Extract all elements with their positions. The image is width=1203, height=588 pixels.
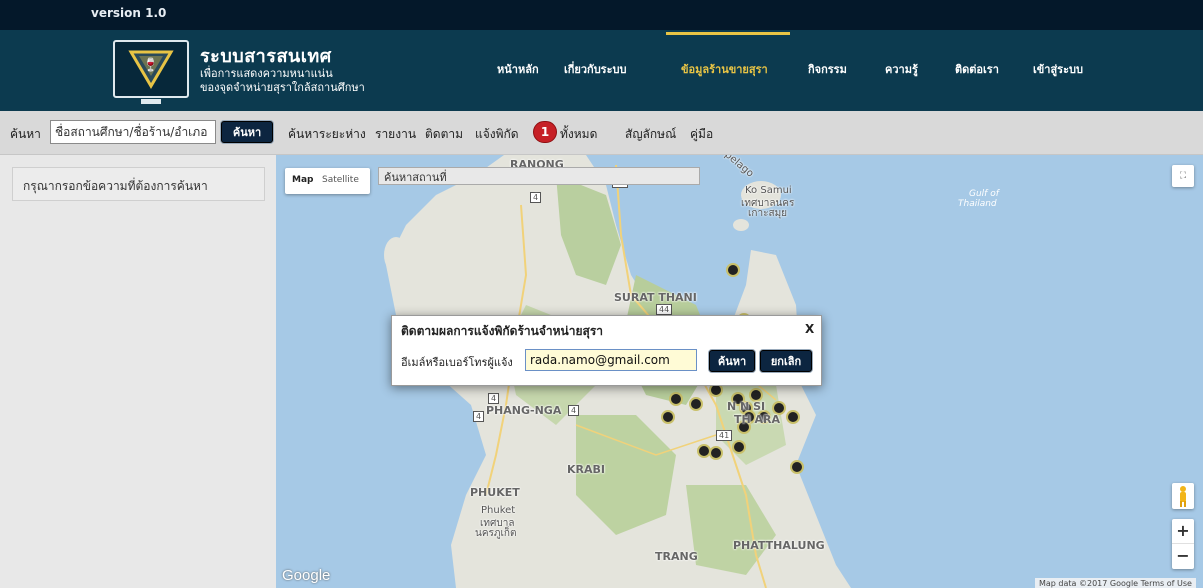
top-bar: version 1.0 (0, 0, 1203, 30)
map-label-gulf-2: Thailand (958, 199, 997, 209)
map-label-trang: TRANG (655, 550, 698, 563)
map-label-nakhon: N N SI (727, 400, 766, 413)
map-label-surat-thani: SURAT THANI (614, 291, 697, 304)
fullscreen-icon[interactable]: ⛶ (1172, 165, 1194, 187)
nav-liquor-shop-data[interactable]: ข้อมูลร้านขายสุรา (681, 60, 768, 78)
toolbar: ค้นหา ค้นหา ค้นหาระยะห่าง รายงาน ติดตาม … (0, 111, 1203, 155)
dialog-search-button[interactable]: ค้นหา (709, 350, 755, 372)
nav-home[interactable]: หน้าหลัก (497, 60, 539, 78)
svg-text:🍷: 🍷 (143, 57, 159, 73)
map-type-map-button[interactable]: Map (292, 175, 313, 185)
email-or-phone-input[interactable] (525, 349, 697, 371)
nav-login[interactable]: เข้าสู่ระบบ (1033, 60, 1083, 78)
google-logo: Google (282, 567, 331, 584)
map-label-phatthalung: PHATTHALUNG (733, 539, 825, 552)
street-view-pegman-icon[interactable] (1172, 483, 1194, 509)
search-hint: กรุณากรอกข้อความที่ต้องการค้นหา (12, 167, 265, 201)
manual-link[interactable]: คู่มือ (690, 125, 713, 144)
nav-activities[interactable]: กิจกรรม (808, 60, 847, 78)
close-icon[interactable]: X (805, 322, 814, 336)
nav-about[interactable]: เกี่ยวกับระบบ (564, 60, 626, 78)
map-label-ko-samui-1: Ko Samui (745, 185, 792, 196)
road-shield-icon: 41 (716, 430, 733, 441)
map-attribution[interactable]: Map data ©2017 Google Terms of Use (1035, 578, 1196, 588)
map-label-phuket-city-3: นครภูเก็ต (475, 528, 517, 539)
road-shield-icon: 4 (530, 192, 542, 203)
map-label-phang-nga: PHANG-NGA (486, 404, 562, 417)
all-link[interactable]: ทั้งหมด (560, 125, 597, 144)
map-label-ko-samui-3: เกาะสมุย (748, 208, 788, 219)
zoom-in-button[interactable]: + (1172, 519, 1194, 544)
distance-search-link[interactable]: ค้นหาระยะห่าง (288, 125, 366, 144)
map-type-satellite-button[interactable]: Satellite (322, 175, 359, 185)
dialog-field-label: อีเมล์หรือเบอร์โทรผู้แจ้ง (401, 356, 513, 369)
map-label-gulf-1: Gulf of (969, 189, 999, 199)
map-label-phuket-city-1: Phuket (481, 505, 516, 516)
zoom-control: + − (1172, 519, 1194, 569)
search-input[interactable] (50, 120, 216, 144)
search-button[interactable]: ค้นหา (221, 121, 273, 143)
road-shield-icon: 4 (488, 393, 500, 404)
follow-notification-dialog: ติดตามผลการแจ้งพิกัดร้านจำหน่ายสุรา X อี… (391, 315, 822, 386)
zoom-out-button[interactable]: − (1172, 544, 1194, 569)
site-header: 🍷 ระบบสารสนเทศ เพื่อการแสดงความหนาแน่น ข… (0, 30, 1203, 111)
notification-badge[interactable]: 1 (533, 121, 557, 143)
search-results-panel: กรุณากรอกข้อความที่ต้องการค้นหา (0, 155, 276, 588)
map-type-control: Map Satellite (285, 168, 370, 194)
nav-contact[interactable]: ติดต่อเรา (955, 60, 999, 78)
brand-subtitle-2: ของจุดจำหน่ายสุราใกล้สถานศึกษา (200, 81, 365, 94)
map-label-thammarat: TH ARA (734, 413, 781, 426)
search-label: ค้นหา (10, 127, 41, 141)
nav-active-indicator (666, 32, 790, 35)
dialog-title: ติดตามผลการแจ้งพิกัดร้านจำหน่ายสุรา (401, 324, 604, 338)
road-shield-icon: 4 (473, 411, 485, 422)
road-shield-icon: 44 (656, 304, 673, 315)
logo-monitor-icon[interactable]: 🍷 (113, 40, 189, 98)
notify-location-link[interactable]: แจ้งพิกัด (475, 125, 519, 144)
report-link[interactable]: รายงาน (375, 125, 416, 144)
legend-link[interactable]: สัญลักษณ์ (625, 125, 676, 144)
map-label-phuket: PHUKET (470, 486, 520, 499)
map-label-krabi: KRABI (567, 463, 605, 476)
dialog-cancel-button[interactable]: ยกเลิก (760, 350, 812, 372)
logo-stand (141, 99, 161, 104)
road-shield-icon: 4 (568, 405, 580, 416)
version-label: version 1.0 (91, 6, 167, 20)
place-search-input[interactable]: ค้นหาสถานที่ (378, 167, 700, 185)
follow-link[interactable]: ติดตาม (425, 125, 463, 144)
nav-knowledge[interactable]: ความรู้ (885, 60, 918, 78)
